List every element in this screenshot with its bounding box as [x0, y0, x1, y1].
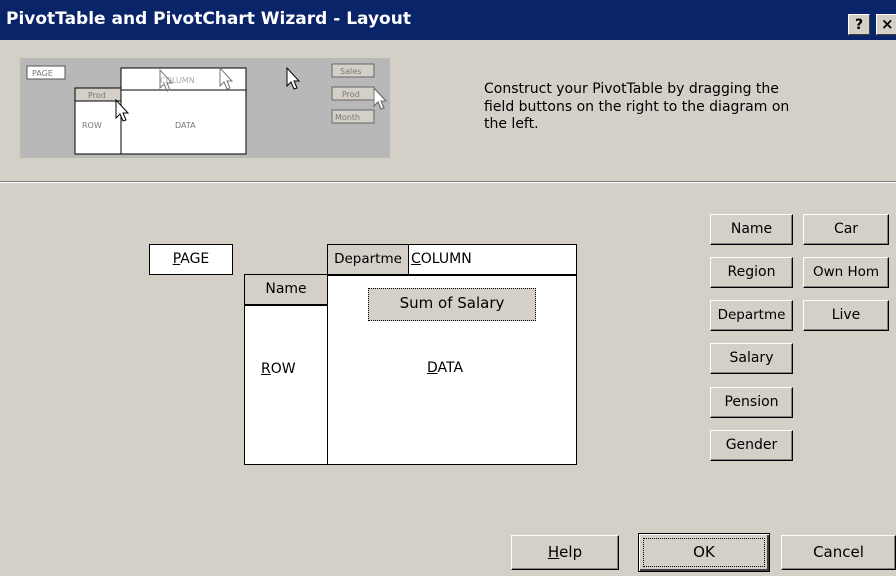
data-field-sum-of-salary[interactable]: Sum of Salary — [368, 288, 536, 321]
column-field-department[interactable]: Departme — [327, 244, 409, 275]
preview-data: DATA — [175, 121, 196, 130]
data-label: DATA — [427, 360, 464, 376]
window-title: PivotTable and PivotChart Wizard - Layou… — [6, 9, 411, 29]
layout-illustration: PAGE COLUMN Prod ROW DATA Sales Prod Mon… — [20, 58, 390, 158]
close-icon-button[interactable]: × — [876, 14, 896, 35]
preview-page: PAGE — [32, 69, 53, 78]
row-field-name[interactable]: Name — [244, 274, 328, 305]
field-button-pension[interactable]: Pension — [710, 387, 793, 418]
field-button-region[interactable]: Region — [710, 257, 793, 288]
help-icon-button[interactable]: ? — [848, 14, 870, 35]
row-area[interactable]: ROW — [244, 305, 328, 465]
preview-column: COLUMN — [160, 76, 195, 85]
preview-row: ROW — [82, 121, 102, 130]
page-area[interactable]: PAGE — [149, 244, 233, 275]
field-button-salary[interactable]: Salary — [710, 343, 793, 374]
field-button-live[interactable]: Live — [803, 300, 889, 331]
field-button-own-home[interactable]: Own Hom — [803, 257, 889, 288]
column-label: COLUMN — [411, 251, 472, 267]
preview-field: Prod — [88, 91, 106, 100]
help-button[interactable]: Help — [511, 535, 619, 570]
field-button-gender[interactable]: Gender — [710, 430, 793, 461]
title-bar: PivotTable and PivotChart Wizard - Layou… — [0, 0, 896, 40]
field-button-car[interactable]: Car — [803, 214, 889, 245]
preview-button-sales: Sales — [340, 67, 361, 76]
ok-button[interactable]: OK — [638, 533, 770, 572]
field-button-department[interactable]: Departme — [710, 300, 793, 331]
field-button-name[interactable]: Name — [710, 214, 793, 245]
cancel-button[interactable]: Cancel — [781, 535, 896, 570]
instructions-text: Construct your PivotTable by dragging th… — [484, 81, 790, 132]
preview-button-month: Month — [335, 113, 360, 122]
row-label: ROW — [261, 361, 296, 377]
preview-button-prod: Prod — [342, 90, 360, 99]
